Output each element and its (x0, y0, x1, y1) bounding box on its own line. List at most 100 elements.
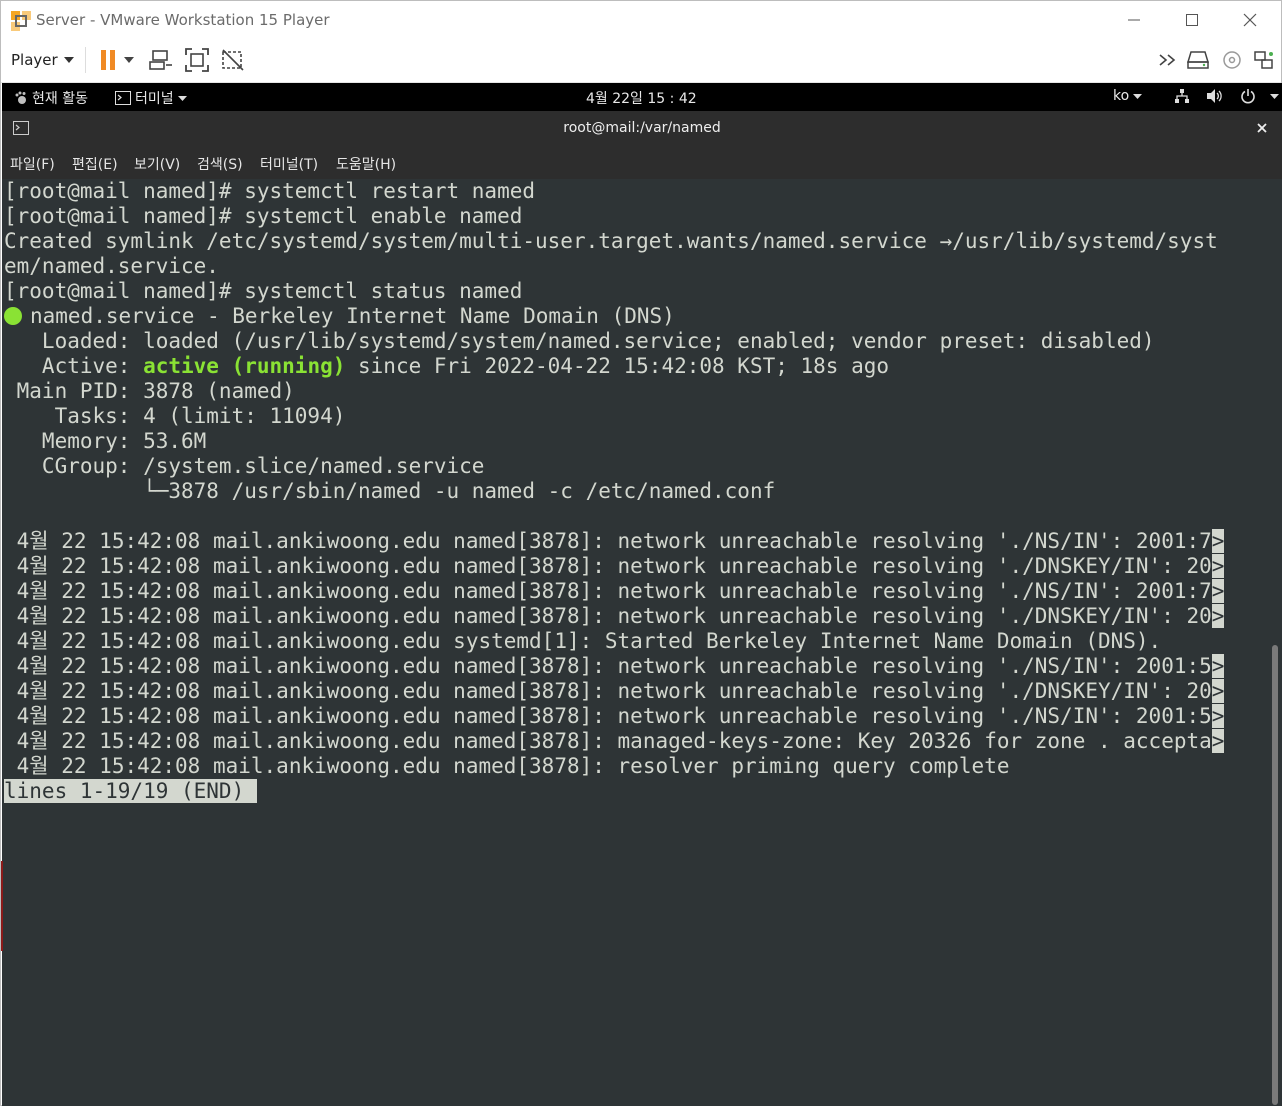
toolbar-divider (85, 47, 86, 73)
pager-status: lines 1-19/19 (END) (4, 779, 257, 803)
status-active-state: active (running) (143, 354, 346, 378)
chevron-down-icon (1270, 93, 1279, 99)
menu-edit[interactable]: 편집(E) (72, 154, 118, 174)
terminal-line: [root@mail named]# systemctl restart nam… (4, 179, 536, 203)
status-active-prefix: Active: (4, 354, 144, 378)
double-chevron-right-icon (1159, 54, 1176, 66)
truncation-marker: > (1211, 579, 1225, 603)
input-method-label: ko (1113, 88, 1130, 104)
send-ctrl-alt-del-button[interactable] (148, 47, 174, 73)
terminal-line: em/named.service. (4, 254, 219, 278)
log-line: 4월 22 15:42:08 mail.ankiwoong.edu named[… (4, 554, 1225, 579)
log-line-text: 4월 22 15:42:08 mail.ankiwoong.edu named[… (4, 579, 1212, 603)
log-line-text: 4월 22 15:42:08 mail.ankiwoong.edu named[… (4, 554, 1212, 578)
chevron-down-icon (1133, 93, 1143, 99)
pause-icon (101, 50, 115, 70)
chevron-down-icon (63, 57, 74, 63)
maximize-button[interactable] (1163, 1, 1221, 39)
vmware-logo-icon (11, 11, 31, 31)
window-edge-artifact (1, 861, 3, 951)
log-line: 4월 22 15:42:08 mail.ankiwoong.edu system… (4, 629, 1162, 654)
terminal-scrollbar[interactable] (1268, 179, 1282, 1106)
player-menu-button[interactable]: Player (11, 49, 74, 71)
close-icon (1243, 13, 1257, 27)
scrollbar-thumb[interactable] (1272, 645, 1278, 1105)
maximize-icon (1186, 14, 1198, 26)
app-menu-button[interactable]: 터미널 (115, 88, 187, 108)
status-cgroup-line: CGroup: /system.slice/named.service (4, 454, 485, 478)
terminal-menu-bar: 파일(F) 편집(E) 보기(V) 검색(S) 터미널(T) 도움말(H) (2, 145, 1282, 180)
status-memory-line: Memory: 53.6M (4, 429, 207, 453)
terminal-close-button[interactable] (1254, 120, 1270, 136)
terminal-line: [root@mail named]# systemctl status name… (4, 279, 523, 303)
log-line-text: 4월 22 15:42:08 mail.ankiwoong.edu named[… (4, 754, 1010, 778)
vmware-toolbar: Player (1, 39, 1281, 83)
status-main-pid-line: Main PID: 3878 (named) (4, 379, 295, 403)
more-button[interactable] (1155, 47, 1181, 73)
gnome-top-bar: 현재 활동 터미널 4월 22일 15 : 42 ko (2, 83, 1282, 111)
menu-view[interactable]: 보기(V) (134, 154, 180, 174)
pause-button[interactable] (95, 47, 121, 73)
log-line: 4월 22 15:42:08 mail.ankiwoong.edu named[… (4, 579, 1225, 604)
truncation-marker: > (1211, 679, 1225, 703)
status-loaded-line: Loaded: loaded (/usr/lib/systemd/system/… (4, 329, 1155, 353)
terminal-line: [root@mail named]# systemctl enable name… (4, 204, 523, 228)
status-tasks-line: Tasks: 4 (limit: 11094) (4, 404, 346, 428)
log-line-text: 4월 22 15:42:08 mail.ankiwoong.edu named[… (4, 604, 1212, 628)
status-unit-line: named.service - Berkeley Internet Name D… (4, 304, 675, 329)
truncation-marker: > (1211, 704, 1225, 728)
activities-button[interactable]: 현재 활동 (14, 88, 88, 108)
close-button[interactable] (1221, 1, 1279, 39)
pager-status-line: lines 1-19/19 (END) (4, 779, 257, 804)
log-line-text: 4월 22 15:42:08 mail.ankiwoong.edu named[… (4, 679, 1212, 703)
network-adapter-icon (1254, 51, 1273, 69)
status-unit-text: named.service - Berkeley Internet Name D… (30, 304, 675, 328)
log-line-text: 4월 22 15:42:08 mail.ankiwoong.edu named[… (4, 654, 1212, 678)
minimize-button[interactable] (1105, 1, 1163, 39)
terminal-header-bar: root@mail:/var/named (2, 111, 1282, 145)
log-line: 4월 22 15:42:08 mail.ankiwoong.edu named[… (4, 529, 1225, 554)
menu-help[interactable]: 도움말(H) (336, 154, 396, 174)
log-line: 4월 22 15:42:08 mail.ankiwoong.edu named[… (4, 729, 1225, 754)
chevron-down-icon (124, 57, 134, 63)
active-status-dot-icon (4, 307, 22, 325)
hard-disk-device-button[interactable] (1185, 47, 1211, 73)
truncation-marker: > (1211, 604, 1225, 628)
volume-icon (1207, 89, 1222, 103)
gnome-foot-icon (15, 91, 26, 104)
unity-button[interactable] (220, 47, 246, 73)
terminal-icon (115, 91, 131, 105)
network-device-button[interactable] (1251, 47, 1277, 73)
menu-file[interactable]: 파일(F) (10, 154, 55, 174)
clock-button[interactable]: 4월 22일 15 : 42 (586, 88, 697, 108)
menu-search[interactable]: 검색(S) (197, 154, 243, 174)
terminal-title: root@mail:/var/named (563, 120, 721, 136)
unity-disabled-icon (222, 49, 244, 71)
input-method-button[interactable]: ko (1113, 88, 1143, 104)
send-keys-icon (149, 50, 172, 70)
window-title: Server - VMware Workstation 15 Player (36, 11, 330, 29)
power-icon (1241, 89, 1255, 104)
fullscreen-button[interactable] (184, 47, 210, 73)
status-cgroup-child-line: └─3878 /usr/sbin/named -u named -c /etc/… (4, 479, 776, 503)
log-line: 4월 22 15:42:08 mail.ankiwoong.edu named[… (4, 679, 1225, 704)
log-line-text: 4월 22 15:42:08 mail.ankiwoong.edu system… (4, 629, 1162, 653)
close-icon (1257, 123, 1267, 133)
status-active-line: Active: active (running) since Fri 2022-… (4, 354, 889, 379)
status-active-suffix: since Fri 2022-04-22 15:42:08 KST; 18s a… (345, 354, 890, 378)
terminal-output[interactable]: [root@mail named]# systemctl restart nam… (2, 179, 1268, 1106)
system-menu-button[interactable] (1174, 88, 1279, 104)
log-line-text: 4월 22 15:42:08 mail.ankiwoong.edu named[… (4, 529, 1212, 553)
terminal-line: Created symlink /etc/systemd/system/mult… (4, 229, 1218, 253)
activities-label: 현재 활동 (32, 91, 88, 107)
network-wired-icon (1175, 89, 1189, 103)
fullscreen-icon (185, 48, 209, 72)
cd-icon (1223, 51, 1241, 69)
cd-dvd-device-button[interactable] (1219, 47, 1245, 73)
truncation-marker: > (1211, 729, 1225, 753)
minimize-icon (1128, 19, 1140, 21)
power-options-dropdown[interactable] (121, 47, 137, 73)
log-line-text: 4월 22 15:42:08 mail.ankiwoong.edu named[… (4, 704, 1212, 728)
menu-terminal[interactable]: 터미널(T) (260, 154, 318, 174)
truncation-marker: > (1211, 529, 1225, 553)
